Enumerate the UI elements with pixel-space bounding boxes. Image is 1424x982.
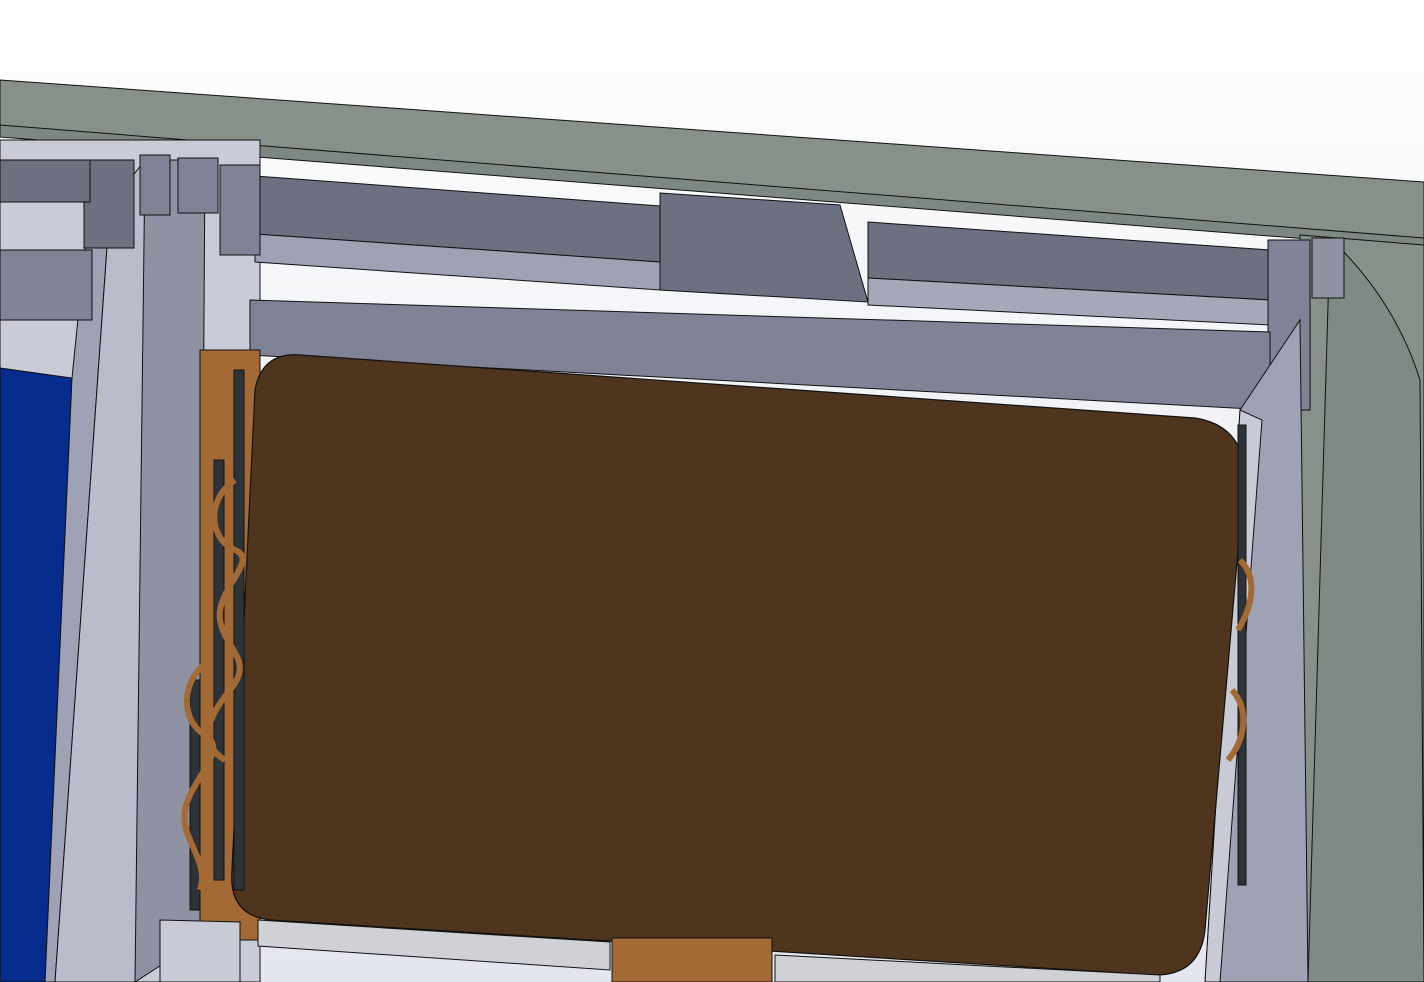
left-clip-2 <box>139 154 171 216</box>
brown-body <box>231 354 1246 976</box>
left-top-clip <box>219 164 261 256</box>
clip-strip-4 <box>1237 424 1247 886</box>
bottom-connector <box>611 937 773 982</box>
clip-strip-1 <box>233 369 245 891</box>
left-clip-3 <box>177 157 219 214</box>
center-block <box>659 192 869 303</box>
right-clip-2 <box>1311 237 1345 299</box>
left-rail-upper <box>0 159 91 203</box>
cad-model-render <box>0 79 1424 982</box>
cad-3d-viewport[interactable] <box>0 0 1424 982</box>
left-rail-lower <box>0 249 93 321</box>
bottom-ledge <box>159 919 241 982</box>
left-clip-1 <box>83 159 135 249</box>
brown-component <box>199 349 1246 976</box>
